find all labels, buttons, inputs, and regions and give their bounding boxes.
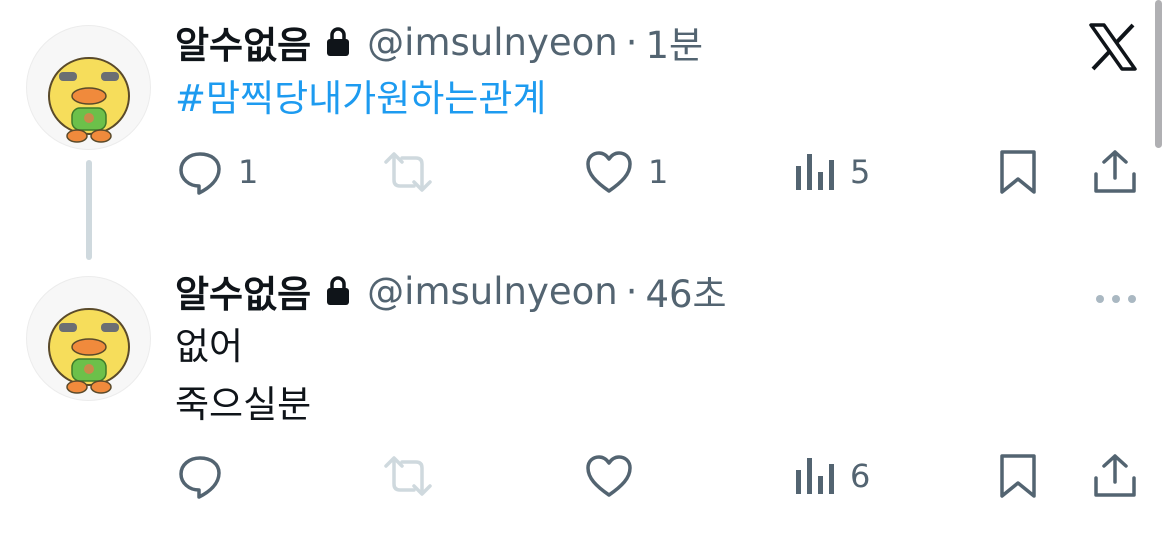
- reply-button[interactable]: 1: [176, 142, 258, 202]
- reply-icon: [179, 456, 221, 499]
- like-button[interactable]: [584, 446, 648, 506]
- views-icon: [796, 458, 834, 494]
- share-icon: [1094, 150, 1136, 193]
- x-logo-icon[interactable]: [1088, 22, 1138, 76]
- retweet-button[interactable]: [380, 446, 436, 506]
- tweet-text: #맘찍당내가원하는관계: [175, 70, 546, 128]
- share-button[interactable]: [1091, 446, 1139, 506]
- heart-icon: [586, 455, 632, 497]
- bookmark-button[interactable]: [996, 446, 1040, 506]
- timestamp[interactable]: 46초: [645, 264, 726, 318]
- handle[interactable]: @imsulnyeon: [367, 21, 618, 64]
- retweet-icon: [384, 456, 432, 496]
- display-name[interactable]: 알수없음: [175, 264, 311, 318]
- retweet-icon: [384, 152, 432, 192]
- tweet-text-line: 없어: [175, 325, 244, 368]
- tweet[interactable]: 알수없음 @imsulnyeon · 46초 없어 죽으실분 6: [0, 260, 1170, 538]
- retweet-button[interactable]: [380, 142, 436, 202]
- bookmark-icon: [1000, 454, 1036, 498]
- tweet-text: 없어 죽으실분: [175, 318, 311, 434]
- reply-button[interactable]: [176, 446, 238, 506]
- heart-icon: [586, 151, 632, 193]
- handle[interactable]: @imsulnyeon: [367, 270, 618, 313]
- bookmark-button[interactable]: [996, 142, 1040, 202]
- like-count: 1: [648, 153, 669, 191]
- lock-icon: [325, 26, 351, 58]
- more-icon[interactable]: [1094, 290, 1138, 309]
- avatar[interactable]: [26, 276, 151, 401]
- share-icon: [1094, 454, 1136, 497]
- display-name[interactable]: 알수없음: [175, 15, 311, 69]
- tweet-actions: 1 1 5: [0, 142, 1170, 202]
- avatar[interactable]: [26, 25, 151, 150]
- hashtag-link[interactable]: #맘찍당내가원하는관계: [175, 70, 546, 128]
- tweet-header: 알수없음 @imsulnyeon · 46초: [175, 264, 727, 318]
- share-button[interactable]: [1091, 142, 1139, 202]
- scrollbar[interactable]: [1155, 0, 1162, 148]
- views-button[interactable]: 5: [792, 142, 870, 202]
- bookmark-icon: [1000, 150, 1036, 194]
- views-icon: [796, 154, 834, 190]
- view-count: 6: [850, 457, 871, 495]
- duck-avatar-icon: [48, 57, 130, 143]
- tweet-actions: 6: [0, 446, 1170, 506]
- reply-count: 1: [238, 153, 259, 191]
- reply-icon: [179, 152, 221, 195]
- tweet-header: 알수없음 @imsulnyeon · 1분: [175, 15, 703, 69]
- timestamp[interactable]: 1분: [645, 15, 703, 69]
- tweet[interactable]: 알수없음 @imsulnyeon · 1분 #맘찍당내가원하는관계 1 1 5: [0, 0, 1170, 260]
- like-button[interactable]: 1: [584, 142, 668, 202]
- lock-icon: [325, 275, 351, 307]
- view-count: 5: [850, 153, 871, 191]
- separator-dot: ·: [625, 269, 638, 313]
- duck-avatar-icon: [48, 308, 130, 394]
- separator-dot: ·: [625, 20, 638, 64]
- tweet-text-line: 죽으실분: [175, 383, 312, 426]
- views-button[interactable]: 6: [792, 446, 870, 506]
